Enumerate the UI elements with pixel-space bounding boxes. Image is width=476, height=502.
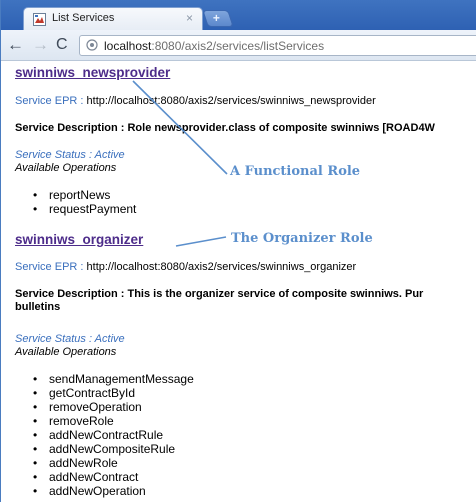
page-globe-icon xyxy=(86,39,98,51)
url-host: localhost xyxy=(104,39,152,53)
service-link-newsprovider[interactable]: swinniws_newsprovider xyxy=(15,65,170,80)
browser-window: List Services × + ← → C localhost:8080/a… xyxy=(0,0,476,502)
operation-item: addNewRole xyxy=(11,456,194,470)
service-status: Service Status : Active xyxy=(15,333,125,345)
url-path: :8080/axis2/services/listServices xyxy=(151,39,325,53)
operation-item: addNewCompositeRule xyxy=(11,442,194,456)
epr-label: Service EPR : xyxy=(15,261,84,273)
tab-list-services[interactable]: List Services × xyxy=(23,7,203,30)
service-description: Service Description : Role newsprovider.… xyxy=(15,122,435,134)
available-operations-title: Available Operations xyxy=(15,162,117,174)
epr-value: http://localhost:8080/axis2/services/swi… xyxy=(86,95,376,107)
tab-bar: List Services × + xyxy=(1,0,476,30)
service-epr: Service EPR : http://localhost:8080/axis… xyxy=(15,261,356,273)
functional-role-annotation: A Functional Role xyxy=(230,164,361,179)
browser-toolbar: ← → C localhost:8080/axis2/services/list… xyxy=(1,30,476,61)
organizer-role-pointer xyxy=(175,236,227,247)
operation-item: sendManagementMessage xyxy=(11,372,194,386)
tab-title: List Services xyxy=(52,12,115,24)
service-epr: Service EPR : http://localhost:8080/axis… xyxy=(15,95,376,107)
page-content: swinniws_newsprovider Service EPR : http… xyxy=(1,61,476,502)
operation-item: reportNews xyxy=(11,188,136,202)
service-link-organizer[interactable]: swinniws_organizer xyxy=(15,232,143,247)
epr-label: Service EPR : xyxy=(15,95,84,107)
url-text: localhost:8080/axis2/services/listServic… xyxy=(104,39,324,53)
address-bar[interactable]: localhost:8080/axis2/services/listServic… xyxy=(79,35,476,56)
service-description-continued: bulletins xyxy=(15,301,61,313)
operation-item: getContractById xyxy=(11,386,194,400)
forward-arrow-icon[interactable]: → xyxy=(32,35,49,55)
operation-item: removeOperation xyxy=(11,400,194,414)
available-operations-title: Available Operations xyxy=(15,346,117,358)
operation-item: addNewContractRule xyxy=(11,428,194,442)
operation-item: addNewOperation xyxy=(11,484,194,498)
operations-list: sendManagementMessage getContractById re… xyxy=(11,372,194,498)
operations-list: reportNews requestPayment xyxy=(11,188,136,216)
operation-item: requestPayment xyxy=(11,202,136,216)
service-status: Service Status : Active xyxy=(15,149,125,161)
new-tab-button[interactable]: + xyxy=(202,10,234,27)
service-description: Service Description : This is the organi… xyxy=(15,288,424,300)
page-favicon-icon xyxy=(33,13,46,26)
tab-close-icon[interactable]: × xyxy=(186,11,193,25)
back-arrow-icon[interactable]: ← xyxy=(7,35,24,55)
reload-icon[interactable]: C xyxy=(56,35,68,55)
epr-value: http://localhost:8080/axis2/services/swi… xyxy=(86,261,357,273)
operation-item: addNewContract xyxy=(11,470,194,484)
organizer-role-annotation: The Organizer Role xyxy=(231,231,373,246)
operation-item: removeRole xyxy=(11,414,194,428)
plus-icon: + xyxy=(212,11,220,25)
